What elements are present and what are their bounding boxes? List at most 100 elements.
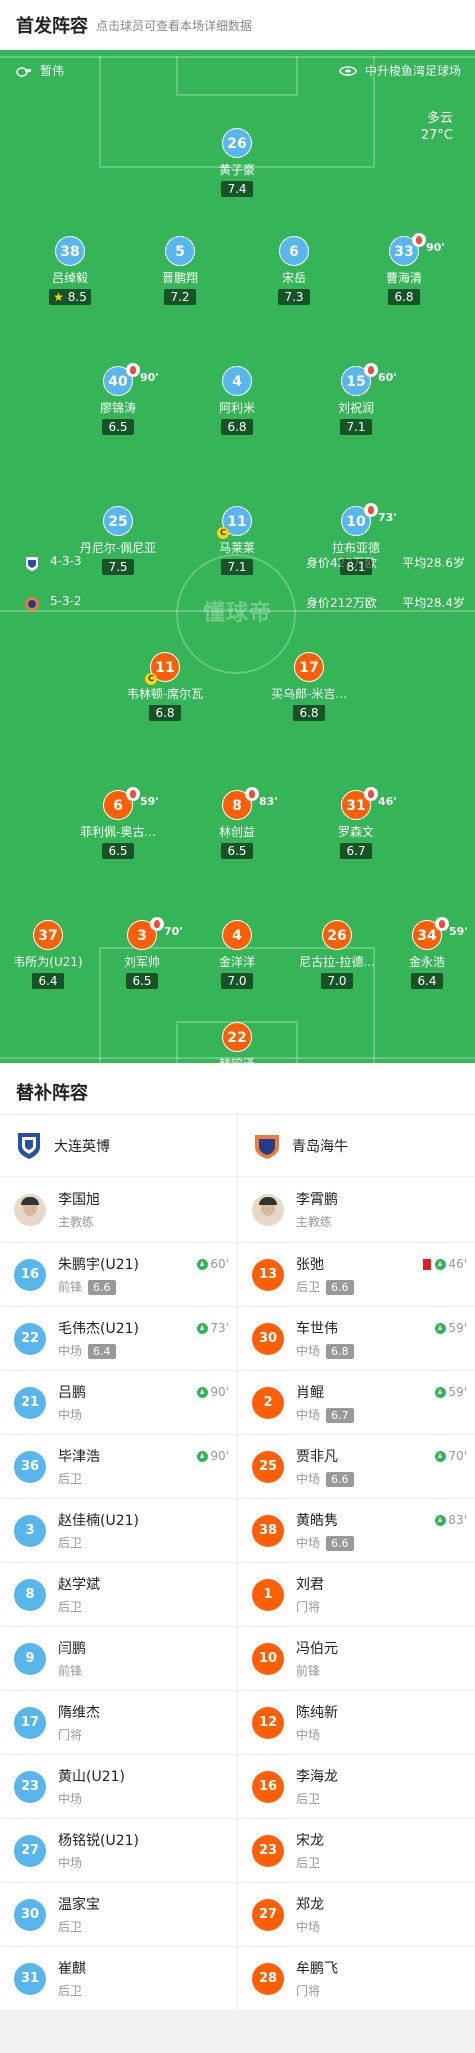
player-name: 韦林顿-席尔瓦 <box>126 687 204 701</box>
home-player[interactable]: 40 90' 廖锦涛 6.5 <box>63 363 173 435</box>
sub-minute: 59' <box>140 795 159 808</box>
away-player[interactable]: 22韩镕泽7.6 <box>182 1022 292 1063</box>
sub-player-row[interactable]: 27 杨铭锐(U21) 中场 <box>0 1819 237 1883</box>
home-coach[interactable]: 李国旭 主教练 <box>0 1177 237 1243</box>
jersey-number: 22 <box>222 1022 252 1052</box>
red-card-icon <box>423 1258 432 1270</box>
player-rating: 6.4 <box>88 1344 116 1359</box>
away-player[interactable]: 3 70' 刘军帅 6.5 <box>87 917 197 989</box>
home-player[interactable]: 6 宋岳 7.3 <box>239 236 349 305</box>
home-player[interactable]: 10 73' 拉布亚德 8.1 <box>301 503 411 575</box>
home-player[interactable]: 26 黄子豪 7.4 <box>182 128 292 197</box>
home-team-logo-icon <box>26 557 38 571</box>
sub-player-row[interactable]: 8 赵学斌 后卫 <box>0 1563 237 1627</box>
away-player[interactable]: 31 46' 罗森文 6.7 <box>301 787 411 859</box>
sub-in-icon <box>435 1386 447 1398</box>
home-player[interactable]: 4 阿利米 6.8 <box>182 366 292 435</box>
player-rating: 6.5 <box>126 973 158 989</box>
away-player[interactable]: 34 59' 金永浩 6.4 <box>372 917 475 989</box>
sub-in-minute: 73' <box>210 1321 229 1335</box>
sub-player-row[interactable]: 2 肖鲲 中场 6.7 59' <box>238 1371 475 1435</box>
sub-player-row[interactable]: 12 陈纯新 中场 <box>238 1691 475 1755</box>
sub-player-row[interactable]: 16 朱鹏宇(U21) 前锋 6.6 60' <box>0 1243 237 1307</box>
sub-player-row[interactable]: 27 郑龙 中场 <box>238 1883 475 1947</box>
sub-player-row[interactable]: 25 贾非凡 中场 6.6 70' <box>238 1435 475 1499</box>
sub-out-icon <box>126 787 140 801</box>
away-player[interactable]: 6 59' 菲利佩-奥古... 6.5 <box>63 787 173 859</box>
player-rating: 6.7 <box>340 843 372 859</box>
sub-player-row[interactable]: 9 闫鹏 前锋 <box>0 1627 237 1691</box>
away-coach[interactable]: 李霄鹏 主教练 <box>238 1177 475 1243</box>
jersey-number: 26 <box>322 920 352 950</box>
sub-player-row[interactable]: 22 毛伟杰(U21) 中场 6.4 73' <box>0 1307 237 1371</box>
sub-player-row[interactable]: 17 隋维杰 门将 <box>0 1691 237 1755</box>
sub-in-minute: 59' <box>448 1385 467 1399</box>
sub-minute: 60' <box>378 371 397 384</box>
lineup-header: 首发阵容 点击球员可查看本场详细数据 <box>0 0 475 50</box>
jersey-number: 38 <box>55 236 85 266</box>
sub-minute: 90' <box>140 371 159 384</box>
sub-minute: 46' <box>378 795 397 808</box>
sub-player-row[interactable]: 13 张弛 后卫 6.6 46' <box>238 1243 475 1307</box>
sub-player-row[interactable]: 21 吕鹏 中场 90' <box>0 1371 237 1435</box>
sub-player-row[interactable]: 31 崔麒 后卫 <box>0 1947 237 2011</box>
sub-minute: 59' <box>449 925 468 938</box>
player-rating: 6.6 <box>326 1280 354 1295</box>
sub-out-icon <box>150 917 164 931</box>
jersey-number: 8 <box>14 1578 46 1611</box>
away-player[interactable]: 8 83' 林创益 6.5 <box>182 787 292 859</box>
sub-player-row[interactable]: 30 车世伟 中场 6.8 59' <box>238 1307 475 1371</box>
subs-title: 替补阵容 <box>0 1063 475 1115</box>
jersey-number: 40 90' <box>103 363 159 396</box>
away-subs-team[interactable]: 青岛海牛 <box>238 1115 475 1177</box>
sub-out-icon <box>412 233 426 247</box>
player-position: 后卫 <box>58 1600 83 1614</box>
home-player[interactable]: 11 C 马莱莱 7.1 <box>182 506 292 575</box>
section-title: 首发阵容 <box>16 16 88 37</box>
player-name: 马莱莱 <box>218 541 255 555</box>
player-rating: 7.1 <box>221 559 253 575</box>
sub-in-info: 70' <box>435 1449 467 1463</box>
player-position: 中场 <box>58 1792 83 1806</box>
player-rating: 6.8 <box>388 289 420 305</box>
sub-player-row[interactable]: 23 宋龙 后卫 <box>238 1819 475 1883</box>
player-name: 陈纯新 <box>296 1705 338 1721</box>
jersey-number: 10 73' <box>341 503 397 536</box>
player-name: 廖锦涛 <box>99 401 136 415</box>
sub-player-row[interactable]: 1 刘君 门将 <box>238 1563 475 1627</box>
player-position: 后卫 <box>296 1792 321 1806</box>
home-player[interactable]: 33 90' 曹海清 6.8 <box>349 233 459 305</box>
home-player[interactable]: 5 晋鹏翔 7.2 <box>125 236 235 305</box>
home-player[interactable]: 38 吕绰毅 ★ 8.5 <box>15 236 125 305</box>
stadium-icon <box>339 65 357 76</box>
player-rating: ★ 8.5 <box>49 289 91 305</box>
jersey-number: 22 <box>14 1322 46 1355</box>
away-player[interactable]: 17 买乌郎-米吉... 6.8 <box>254 652 364 721</box>
player-name: 宋岳 <box>281 271 306 285</box>
home-player[interactable]: 15 60' 刘祝润 7.1 <box>301 363 411 435</box>
jersey-number: 3 70' <box>127 917 183 950</box>
sub-in-icon <box>435 1514 447 1526</box>
sub-player-row[interactable]: 23 黄山(U21) 中场 <box>0 1755 237 1819</box>
sub-player-row[interactable]: 38 黄皓隽 中场 6.6 83' <box>238 1499 475 1563</box>
sub-player-row[interactable]: 36 毕津浩 后卫 90' <box>0 1435 237 1499</box>
home-subs-team[interactable]: 大连英博 <box>0 1115 237 1177</box>
home-player[interactable]: 25 丹尼尔-佩尼亚 7.5 <box>63 506 173 575</box>
sub-player-row[interactable]: 30 温家宝 后卫 <box>0 1883 237 1947</box>
sub-player-row[interactable]: 16 李海龙 后卫 <box>238 1755 475 1819</box>
player-position: 中场 <box>58 1344 83 1358</box>
player-name: 黄山(U21) <box>58 1769 125 1785</box>
sub-player-row[interactable]: 3 赵佳楠(U21) 后卫 <box>0 1499 237 1563</box>
away-value: 身价212万欧 <box>306 596 377 610</box>
player-name: 拉布亚德 <box>331 541 380 555</box>
away-player[interactable]: 11 C 韦林顿-席尔瓦 6.8 <box>110 652 220 721</box>
away-player[interactable]: 4 金洋洋 7.0 <box>182 920 292 989</box>
player-name: 郑龙 <box>296 1897 324 1913</box>
sub-player-row[interactable]: 10 冯伯元 前锋 <box>238 1627 475 1691</box>
sub-player-row[interactable]: 28 牟鹏飞 门将 <box>238 1947 475 2011</box>
player-position: 前锋 <box>296 1664 321 1678</box>
player-name: 吕鹏 <box>58 1385 86 1401</box>
player-rating: 7.1 <box>340 419 372 435</box>
jersey-number: 30 <box>252 1322 284 1355</box>
player-rating: 7.2 <box>164 289 196 305</box>
